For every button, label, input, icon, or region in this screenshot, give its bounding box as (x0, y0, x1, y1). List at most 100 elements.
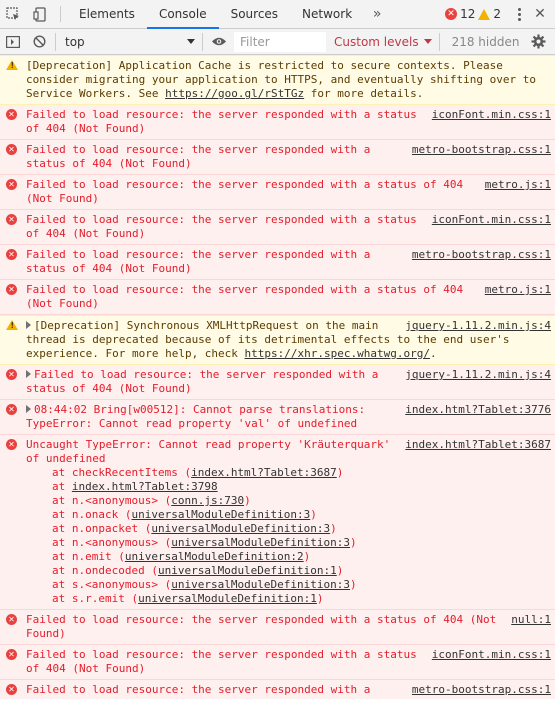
source-link[interactable]: metro.js:1 (485, 178, 551, 192)
source-link[interactable]: jquery-1.11.2.min.js:4 (405, 319, 551, 333)
stack-frame-location[interactable]: index.html?Tablet:3687 (191, 466, 337, 479)
stack-frame-end: ) (336, 466, 344, 479)
sidebar-toggle-icon[interactable] (0, 29, 26, 55)
message-text: Uncaught TypeError: Cannot read property… (26, 438, 397, 465)
source-link[interactable]: null:1 (511, 613, 551, 627)
tab-network[interactable]: Network (290, 0, 364, 28)
log-levels-dropdown[interactable]: Custom levels (330, 32, 436, 52)
error-count: 12 (460, 7, 476, 21)
stack-frame-fn: at (52, 480, 72, 493)
source-link[interactable]: metro-bootstrap.css:1 (412, 248, 551, 262)
console-message-error: ✕ index.html?Tablet:3776 08:44:02 Bring[… (0, 400, 555, 435)
console-prompt[interactable] (0, 699, 555, 707)
stack-frame: at s.r.emit (universalModuleDefinition:1… (26, 592, 551, 606)
console-message-error: ✕ null:1 Failed to load resource: the se… (0, 610, 555, 645)
message-text: Failed to load resource: the server resp… (26, 178, 470, 205)
stack-frame-fn: at n.emit ( (52, 550, 125, 563)
chevron-down-icon (423, 39, 432, 44)
message-link[interactable]: https://xhr.spec.whatwg.org/ (245, 347, 430, 360)
device-toolbar-icon[interactable] (27, 0, 54, 28)
filter-input[interactable] (234, 31, 326, 52)
source-link[interactable]: iconFont.min.css:1 (432, 648, 551, 662)
warning-count: 2 (493, 7, 501, 21)
expand-triangle-icon[interactable] (26, 370, 31, 378)
error-warning-counter[interactable]: ✕ 12 2 (445, 7, 501, 21)
error-icon: ✕ (6, 144, 17, 155)
source-link[interactable]: index.html?Tablet:3776 (405, 403, 551, 417)
inspect-element-icon[interactable] (0, 0, 27, 28)
stack-frame-end: ) (244, 494, 251, 507)
stack-frame: at n.onpacket (universalModuleDefinition… (26, 522, 551, 536)
stack-frame: at n.ondecoded (universalModuleDefinitio… (26, 564, 551, 578)
stack-frame-end: ) (310, 508, 317, 521)
source-link[interactable]: index.html?Tablet:3687 (405, 438, 551, 452)
stack-frame-fn: at checkRecentItems ( (52, 466, 192, 479)
expand-triangle-icon[interactable] (26, 405, 31, 413)
stack-frame-fn: at s.<anonymous> ( (52, 578, 172, 591)
warning-icon (6, 60, 18, 70)
source-link[interactable]: iconFont.min.css:1 (432, 108, 551, 122)
stack-frame-location[interactable]: universalModuleDefinition:2 (125, 550, 304, 563)
error-icon: ✕ (6, 439, 17, 450)
stack-frame-fn: at s.r.emit ( (52, 592, 139, 605)
console-message-error: ✕ iconFont.min.css:1 Failed to load reso… (0, 105, 555, 140)
stack-frame-location[interactable]: universalModuleDefinition:1 (158, 564, 337, 577)
more-options-icon[interactable] (509, 7, 529, 21)
console-message-warning: [Deprecation] Application Cache is restr… (0, 55, 555, 105)
error-icon: ✕ (6, 404, 17, 415)
message-text: Failed to load resource: the server resp… (26, 213, 424, 240)
error-icon: ✕ (6, 249, 17, 260)
stack-frame-end: ) (336, 564, 344, 577)
live-expression-eye-icon[interactable] (206, 29, 232, 55)
stack-frame-location[interactable]: conn.js:730 (171, 494, 244, 507)
console-messages: [Deprecation] Application Cache is restr… (0, 55, 555, 707)
console-message-error: ✕ metro.js:1 Failed to load resource: th… (0, 175, 555, 210)
separator (438, 32, 440, 51)
context-selector[interactable]: top (59, 32, 199, 52)
stack-frame-end: ) (330, 522, 337, 535)
console-toolbar: top Custom levels 218 hidden (0, 29, 555, 55)
tab-console[interactable]: Console (146, 0, 219, 29)
message-text: Failed to load resource: the server resp… (26, 613, 503, 640)
stack-frame-location[interactable]: universalModuleDefinition:3 (171, 578, 350, 591)
error-icon: ✕ (6, 214, 17, 225)
clear-console-icon[interactable] (26, 29, 52, 55)
source-link[interactable]: metro-bootstrap.css:1 (412, 683, 551, 697)
message-link[interactable]: https://goo.gl/rStTGz (165, 87, 304, 100)
stack-trace: at checkRecentItems (index.html?Tablet:3… (26, 466, 551, 606)
stack-frame-fn: at n.ondecoded ( (52, 564, 158, 577)
tab-sources[interactable]: Sources (219, 0, 290, 28)
console-message-error: ✕ jquery-1.11.2.min.js:4 Failed to load … (0, 365, 555, 400)
separator (55, 32, 56, 51)
source-link[interactable]: metro-bootstrap.css:1 (412, 143, 551, 157)
message-text: Failed to load resource: the server resp… (26, 108, 424, 135)
message-text: 08:44:02 Bring[w00512]: Cannot parse tra… (26, 403, 372, 430)
stack-frame: at n.emit (universalModuleDefinition:2) (26, 550, 551, 564)
stack-frame: at checkRecentItems (index.html?Tablet:3… (26, 466, 551, 480)
source-link[interactable]: jquery-1.11.2.min.js:4 (405, 368, 551, 382)
chevron-down-icon (187, 38, 195, 44)
message-text: Failed to load resource: the server resp… (26, 648, 424, 675)
tab-elements[interactable]: Elements (67, 0, 147, 28)
source-link[interactable]: metro.js:1 (485, 283, 551, 297)
expand-triangle-icon[interactable] (26, 321, 31, 329)
stack-frame-fn: at n.<anonymous> ( (52, 494, 172, 507)
gear-icon[interactable] (525, 29, 551, 55)
stack-frame: at n.onack (universalModuleDefinition:3) (26, 508, 551, 522)
stack-frame-fn: at n.<anonymous> ( (52, 536, 172, 549)
stack-frame-location[interactable]: universalModuleDefinition:3 (151, 522, 330, 535)
stack-frame-end: ) (350, 536, 357, 549)
error-icon: ✕ (6, 109, 17, 120)
stack-frame-location[interactable]: index.html?Tablet:3798 (72, 480, 218, 493)
stack-frame-location[interactable]: universalModuleDefinition:1 (138, 592, 317, 605)
stack-frame-location[interactable]: universalModuleDefinition:3 (131, 508, 310, 521)
stack-frame: at n.<anonymous> (universalModuleDefinit… (26, 536, 551, 550)
stack-frame-location[interactable]: universalModuleDefinition:3 (171, 536, 350, 549)
close-icon[interactable]: ✕ (529, 6, 551, 22)
stack-frame: at index.html?Tablet:3798 (26, 480, 551, 494)
more-tabs-button[interactable]: » (364, 0, 390, 28)
source-link[interactable]: iconFont.min.css:1 (432, 213, 551, 227)
console-message-error: ✕ metro-bootstrap.css:1 Failed to load r… (0, 245, 555, 280)
error-icon: ✕ (6, 649, 17, 660)
context-value: top (65, 34, 85, 49)
